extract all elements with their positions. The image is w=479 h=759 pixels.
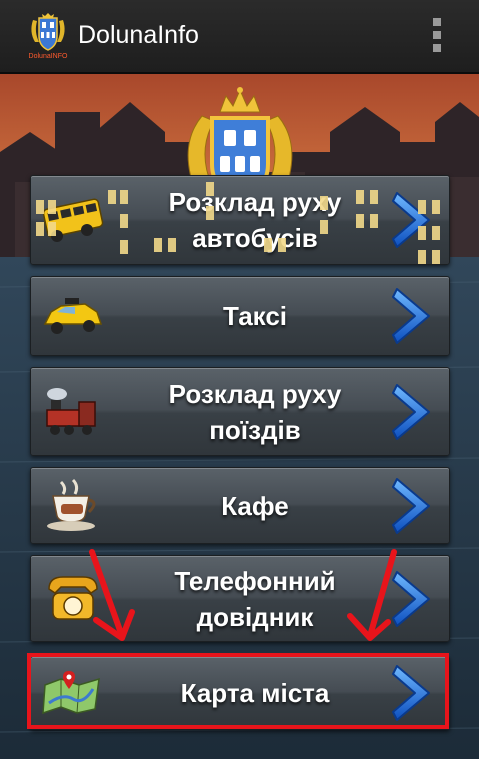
train-icon (39, 382, 107, 442)
chevron-right-icon (391, 475, 435, 537)
app-screen: DolunaINFO DolunaInfo Розклад руху автоб… (0, 0, 479, 759)
menu-item-label: Кафе (221, 490, 289, 521)
overflow-menu-icon[interactable] (424, 16, 450, 56)
menu-item-label: Таксі (222, 301, 288, 331)
taxi-icon (39, 286, 107, 346)
chevron-right-icon (391, 381, 435, 443)
chevron-right-icon (391, 189, 435, 251)
menu-item-train-schedule[interactable]: Розклад руху поїздів (30, 367, 450, 456)
menu-item-cafe[interactable]: Кафе (30, 467, 450, 544)
menu-item-label: Розклад руху автобусів (168, 187, 342, 253)
logo-caption: DolunaINFO (28, 53, 68, 60)
chevron-right-icon (391, 285, 435, 347)
coat-of-arms-icon (31, 13, 65, 51)
menu-item-taxi[interactable]: Таксі (30, 276, 450, 356)
menu-item-label: Розклад руху поїздів (168, 378, 342, 445)
annotation-highlight-box (27, 653, 449, 729)
annotation-arrows (0, 540, 479, 660)
cafe-icon (39, 476, 107, 536)
action-bar: DolunaINFO DolunaInfo (0, 0, 479, 74)
app-logo: DolunaINFO (25, 12, 71, 64)
app-title: DolunaInfo (78, 21, 199, 49)
menu-item-bus-schedule[interactable]: Розклад руху автобусів (30, 175, 450, 265)
bus-icon (39, 190, 107, 250)
